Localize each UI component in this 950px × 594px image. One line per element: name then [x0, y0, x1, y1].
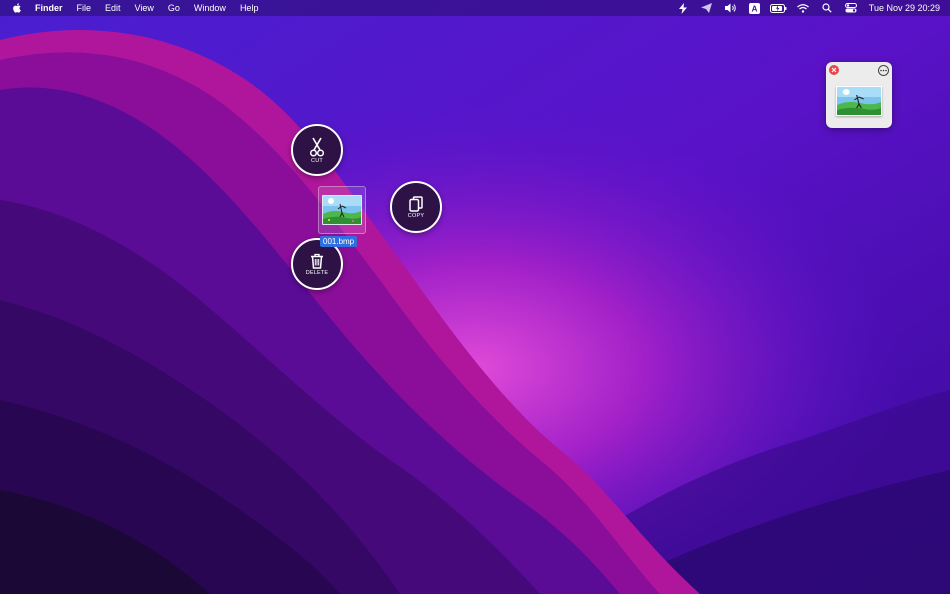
menu-file[interactable]: File: [77, 3, 92, 13]
menu-view[interactable]: View: [135, 3, 154, 13]
menu-app-finder[interactable]: Finder: [35, 3, 63, 13]
trash-icon: [310, 253, 324, 269]
wifi-icon[interactable]: [791, 0, 815, 16]
menu-go[interactable]: Go: [168, 3, 180, 13]
menubar-clock[interactable]: Tue Nov 29 20:29: [869, 3, 940, 13]
scissors-icon: [309, 137, 325, 157]
send-icon[interactable]: [695, 0, 719, 16]
apple-menu-icon[interactable]: [12, 2, 26, 14]
menu-edit[interactable]: Edit: [105, 3, 121, 13]
volume-icon[interactable]: [719, 0, 743, 16]
file-name-label[interactable]: 001.bmp: [320, 236, 358, 247]
copy-button[interactable]: COPY: [390, 181, 442, 233]
close-icon[interactable]: [829, 65, 839, 75]
svg-text:A: A: [752, 4, 758, 13]
bolt-icon[interactable]: [671, 0, 695, 16]
copy-label: COPY: [407, 212, 425, 219]
image-thumbnail-icon: [322, 195, 362, 225]
menu-window[interactable]: Window: [194, 3, 226, 13]
input-source-icon[interactable]: A: [743, 0, 767, 16]
control-center-icon[interactable]: [839, 0, 863, 16]
menu-bar: Finder File Edit View Go Window Help A T…: [0, 0, 950, 16]
file-shelf-widget[interactable]: [826, 62, 892, 128]
battery-icon[interactable]: [767, 0, 791, 16]
image-thumbnail-icon[interactable]: [836, 86, 882, 116]
cut-label: CUT: [311, 157, 323, 164]
delete-label: DELETE: [305, 269, 329, 276]
search-icon[interactable]: [815, 0, 839, 16]
more-icon[interactable]: [878, 65, 889, 76]
desktop-wallpaper: [0, 0, 950, 594]
copy-icon: [409, 195, 423, 212]
menu-help[interactable]: Help: [240, 3, 259, 13]
cut-button[interactable]: CUT: [291, 124, 343, 176]
file-001-bmp-icon[interactable]: [318, 186, 366, 234]
